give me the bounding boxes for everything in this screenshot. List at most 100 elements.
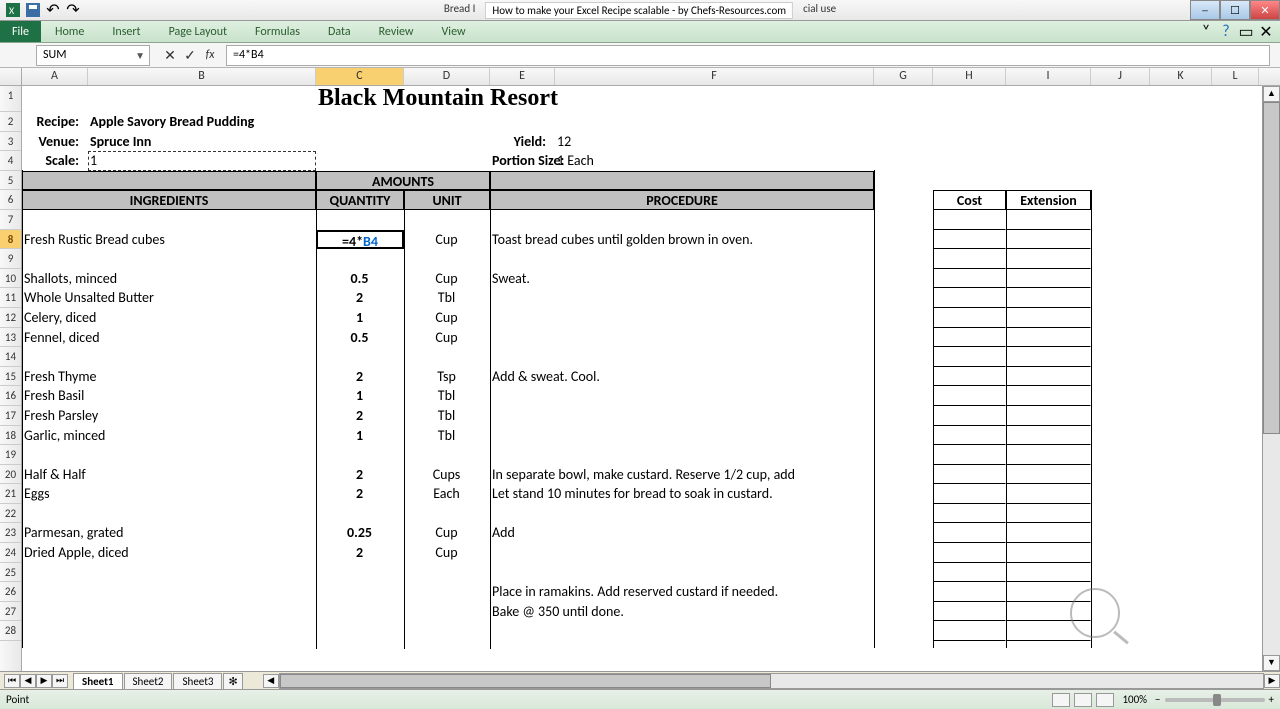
procedure-row-8[interactable]: Toast bread cubes until golden brown in …: [490, 230, 874, 250]
unit-row-16[interactable]: Tbl: [404, 386, 490, 406]
name-box-dropdown-icon[interactable]: ▼: [135, 49, 145, 62]
extension-row-21[interactable]: [1006, 484, 1091, 504]
procedure-row-9[interactable]: [490, 249, 874, 269]
page-break-view-button[interactable]: [1096, 693, 1114, 707]
qty-row-25[interactable]: [316, 563, 404, 583]
col-header-K[interactable]: K: [1150, 68, 1212, 85]
ingredient-row-28[interactable]: [22, 621, 316, 641]
row-header-8[interactable]: 8: [0, 230, 21, 250]
qty-row-13[interactable]: 0.5: [316, 328, 404, 348]
col-header-I[interactable]: I: [1006, 68, 1091, 85]
name-box[interactable]: SUM ▼: [36, 45, 150, 66]
unit-row-12[interactable]: Cup: [404, 308, 490, 328]
procedure-row-26[interactable]: Place in ramakins. Add reserved custard …: [490, 582, 874, 602]
row-header-16[interactable]: 16: [0, 386, 21, 406]
extension-row-19[interactable]: [1006, 445, 1091, 465]
sheet-tab-3[interactable]: Sheet3: [173, 673, 222, 689]
ingredient-row-23[interactable]: Parmesan, grated: [22, 523, 316, 543]
scroll-up-button[interactable]: ▲: [1263, 86, 1280, 102]
unit-row-25[interactable]: [404, 563, 490, 583]
qty-row-18[interactable]: 1: [316, 426, 404, 446]
procedure-row-10[interactable]: Sweat.: [490, 269, 874, 289]
horizontal-scrollbar[interactable]: ◀ ▶: [263, 673, 1280, 689]
extension-row-20[interactable]: [1006, 465, 1091, 485]
page-layout-tab[interactable]: Page Layout: [155, 21, 241, 42]
hd-procedure-top[interactable]: [490, 171, 874, 191]
procedure-row-24[interactable]: [490, 543, 874, 563]
extension-row-13[interactable]: [1006, 328, 1091, 348]
extension-row-24[interactable]: [1006, 543, 1091, 563]
resort-title[interactable]: Black Mountain Resort: [316, 86, 874, 112]
insert-tab[interactable]: Insert: [98, 21, 154, 42]
cost-row-24[interactable]: [933, 543, 1006, 563]
sheet-last-button[interactable]: ⏭: [52, 674, 68, 688]
procedure-row-28[interactable]: [490, 621, 874, 641]
scroll-down-button[interactable]: ▼: [1263, 655, 1280, 671]
normal-view-button[interactable]: [1052, 693, 1070, 707]
zoom-out-button[interactable]: −: [1155, 693, 1160, 706]
extension-row-27[interactable]: [1006, 602, 1091, 622]
qty-row-9[interactable]: [316, 249, 404, 269]
ingredient-row-16[interactable]: Fresh Basil: [22, 386, 316, 406]
qty-row-19[interactable]: [316, 445, 404, 465]
cost-row-9[interactable]: [933, 249, 1006, 269]
worksheet-grid[interactable]: Black Mountain Resort Recipe: Apple Savo…: [22, 86, 1280, 671]
cost-row-22[interactable]: [933, 504, 1006, 524]
ingredient-row-8[interactable]: Fresh Rustic Bread cubes: [22, 230, 316, 250]
enter-button[interactable]: ✓: [180, 45, 200, 65]
sheet-tab-2[interactable]: Sheet2: [124, 673, 173, 689]
row-header-22[interactable]: 22: [0, 504, 21, 524]
yield-label[interactable]: Yield:: [490, 132, 555, 152]
hd-ingredients-top[interactable]: [22, 171, 316, 191]
unit-row-10[interactable]: Cup: [404, 269, 490, 289]
procedure-row-16[interactable]: [490, 386, 874, 406]
cost-row-26[interactable]: [933, 582, 1006, 602]
row-header-2[interactable]: 2: [0, 112, 21, 132]
unit-row-27[interactable]: [404, 602, 490, 622]
minimize-button[interactable]: ─: [1190, 0, 1220, 20]
window-min-icon[interactable]: ▭: [1238, 24, 1254, 40]
yield-value[interactable]: 12: [555, 132, 874, 152]
hd-cost[interactable]: Cost: [933, 190, 1006, 210]
sheet-prev-button[interactable]: ◀: [20, 674, 36, 688]
unit-row-11[interactable]: Tbl: [404, 288, 490, 308]
qty-row-24[interactable]: 2: [316, 543, 404, 563]
unit-row-23[interactable]: Cup: [404, 523, 490, 543]
ingredient-row-18[interactable]: Garlic, minced: [22, 426, 316, 446]
procedure-row-20[interactable]: In separate bowl, make custard. Reserve …: [490, 465, 874, 485]
page-layout-view-button[interactable]: [1074, 693, 1092, 707]
row-header-4[interactable]: 4: [0, 151, 21, 171]
row-header-12[interactable]: 12: [0, 308, 21, 328]
procedure-row-18[interactable]: [490, 426, 874, 446]
ingredient-row-9[interactable]: [22, 249, 316, 269]
row-header-13[interactable]: 13: [0, 328, 21, 348]
qty-row-26[interactable]: [316, 582, 404, 602]
ingredient-row-7[interactable]: [22, 210, 316, 230]
row-header-23[interactable]: 23: [0, 523, 21, 543]
ingredient-row-22[interactable]: [22, 504, 316, 524]
qty-row-7[interactable]: [316, 210, 404, 230]
qty-row-17[interactable]: 2: [316, 406, 404, 426]
data-tab[interactable]: Data: [314, 21, 365, 42]
unit-row-26[interactable]: [404, 582, 490, 602]
cost-row-8[interactable]: [933, 230, 1006, 250]
unit-row-14[interactable]: [404, 347, 490, 367]
extension-row-8[interactable]: [1006, 230, 1091, 250]
portion-label[interactable]: Portion Size:: [490, 151, 555, 171]
ingredient-row-12[interactable]: Celery, diced: [22, 308, 316, 328]
row-header-5[interactable]: 5: [0, 171, 21, 191]
view-tab[interactable]: View: [428, 21, 480, 42]
ingredient-row-21[interactable]: Eggs: [22, 484, 316, 504]
row-header-24[interactable]: 24: [0, 543, 21, 563]
qty-row-27[interactable]: [316, 602, 404, 622]
hd-quantity[interactable]: QUANTITY: [316, 190, 404, 210]
file-tab[interactable]: File: [0, 21, 41, 42]
extension-row-18[interactable]: [1006, 426, 1091, 446]
zoom-slider[interactable]: [1165, 698, 1265, 702]
cost-row-23[interactable]: [933, 523, 1006, 543]
extension-row-15[interactable]: [1006, 367, 1091, 387]
hscroll-left-button[interactable]: ◀: [263, 674, 279, 688]
home-tab[interactable]: Home: [41, 21, 98, 42]
sheet-next-button[interactable]: ▶: [36, 674, 52, 688]
unit-row-18[interactable]: Tbl: [404, 426, 490, 446]
